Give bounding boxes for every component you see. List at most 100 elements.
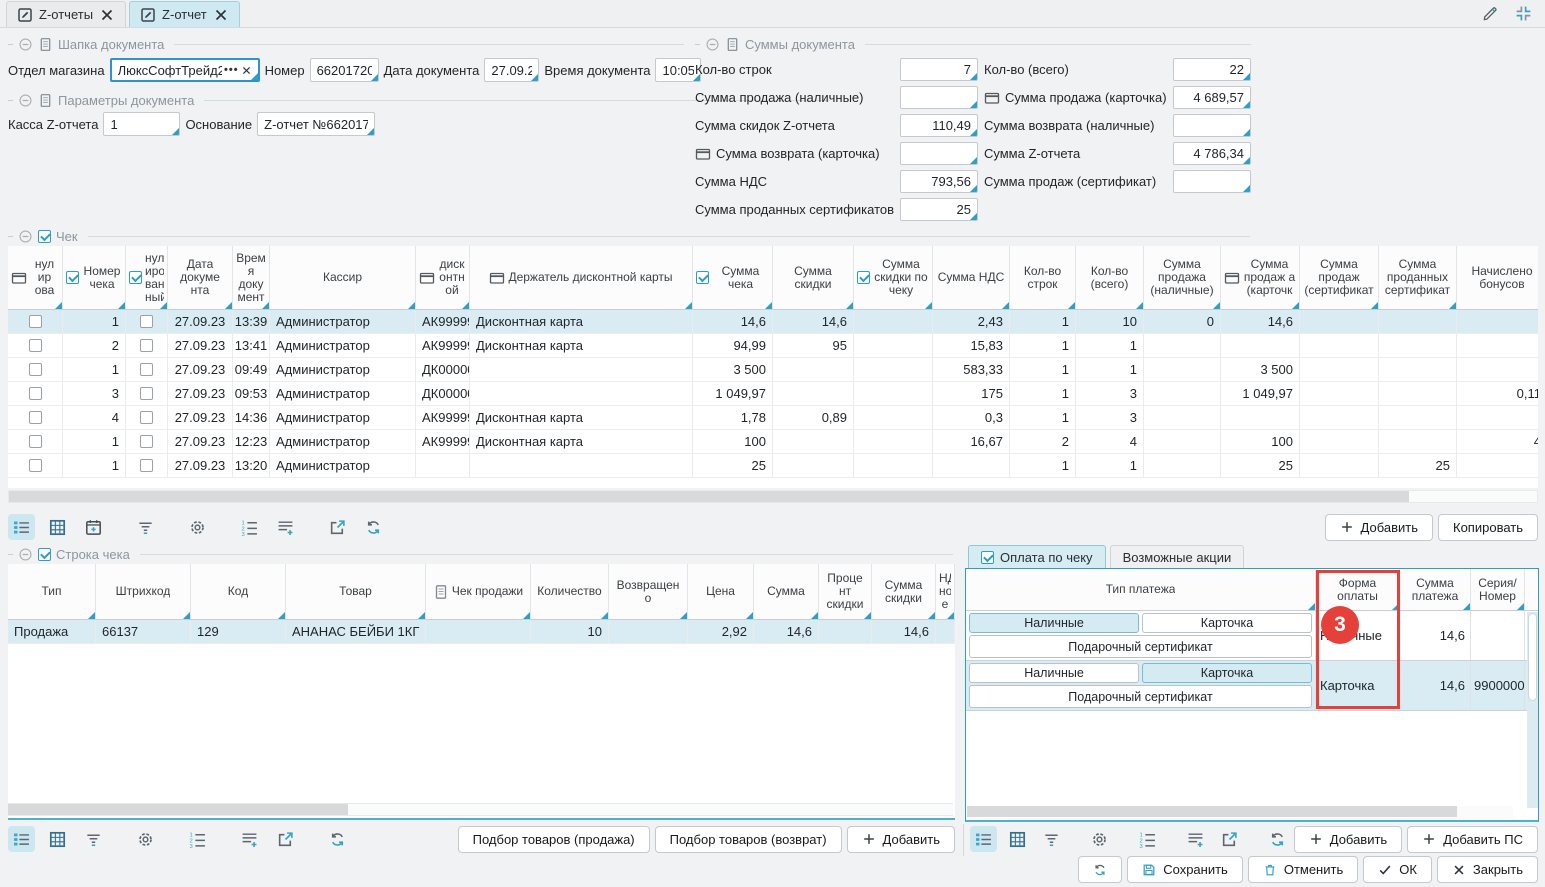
scrollbar-thumb[interactable]	[1528, 613, 1537, 701]
column-header[interactable]: Сумма НДС	[933, 246, 1010, 309]
column-header-checkbox[interactable]	[857, 271, 870, 284]
add-row-button[interactable]	[236, 826, 263, 852]
add-button[interactable]: Добавить	[1294, 826, 1402, 853]
row-checkbox[interactable]	[29, 363, 42, 376]
refresh-button[interactable]	[324, 826, 351, 852]
edit-pencil-icon[interactable]	[1481, 4, 1500, 23]
row-checkbox[interactable]	[29, 435, 42, 448]
sum-input[interactable]	[900, 86, 978, 109]
sum-input[interactable]	[1173, 170, 1251, 193]
row-checkbox[interactable]	[140, 387, 153, 400]
grid-view-button[interactable]	[44, 514, 71, 540]
table-row[interactable]: 227.09.2313:41АдминистраторАК99999Дискон…	[8, 334, 1538, 358]
column-header[interactable]: Проце нт скидки	[819, 564, 872, 619]
filter-button[interactable]	[132, 514, 159, 540]
refresh-button[interactable]	[1264, 826, 1291, 852]
row-checkbox[interactable]	[29, 411, 42, 424]
table-row[interactable]: 127.09.2312:23АдминистраторАК99999Дискон…	[8, 430, 1538, 454]
column-header[interactable]: Форма оплаты	[1316, 569, 1400, 610]
sum-input[interactable]: 22	[1173, 58, 1251, 81]
cancel-button[interactable]: Отменить	[1248, 856, 1358, 883]
table-row[interactable]: 127.09.2313:39АдминистраторАК99999Дискон…	[8, 310, 1538, 334]
clear-icon[interactable]	[241, 65, 252, 76]
row-checkbox[interactable]	[29, 459, 42, 472]
row-view-button[interactable]	[8, 514, 35, 540]
sum-input[interactable]	[900, 142, 978, 165]
calendar-button[interactable]	[80, 514, 107, 540]
column-header[interactable]: Тип платежа	[966, 569, 1316, 610]
column-header[interactable]: диск онтн ой	[416, 246, 470, 309]
row-checkbox[interactable]	[140, 411, 153, 424]
add-button[interactable]: Добавить	[847, 826, 955, 853]
column-header[interactable]: нул ир ова	[8, 246, 63, 309]
grid-view-button[interactable]	[1004, 826, 1031, 852]
save-button[interactable]: Сохранить	[1127, 856, 1243, 883]
column-header[interactable]: Количество	[531, 564, 609, 619]
column-header[interactable]: Сумма чека	[693, 246, 773, 309]
scrollbar-thumb[interactable]	[967, 806, 1457, 817]
table-row[interactable]: 427.09.2314:36АдминистраторАК99999Дискон…	[8, 406, 1538, 430]
refresh-button[interactable]	[360, 514, 387, 540]
payment-type-button[interactable]: Наличные	[969, 613, 1139, 633]
add-row-button[interactable]	[1182, 826, 1209, 852]
add-ps-button[interactable]: Добавить ПС	[1407, 826, 1538, 853]
column-header[interactable]: Сумма платежа	[1400, 569, 1471, 610]
column-header[interactable]: Возвращен о	[609, 564, 688, 619]
open-external-button[interactable]	[272, 826, 299, 852]
column-header[interactable]: Код	[191, 564, 286, 619]
row-checkbox[interactable]	[29, 315, 42, 328]
check-horizontal-scrollbar[interactable]	[8, 490, 1538, 503]
tab-z-report[interactable]: Z-отчет	[129, 1, 240, 27]
row-checkbox[interactable]	[29, 387, 42, 400]
add-row-button[interactable]	[272, 514, 299, 540]
gift-certificate-button[interactable]: Подарочный сертификат	[969, 685, 1312, 708]
column-header[interactable]: Кол-во (всего)	[1076, 246, 1144, 309]
refresh-button[interactable]	[1078, 856, 1122, 883]
row-checkbox[interactable]	[140, 315, 153, 328]
open-external-button[interactable]	[324, 514, 351, 540]
collapse-icon[interactable]	[18, 229, 33, 244]
filter-button[interactable]	[1038, 826, 1065, 852]
column-header[interactable]: Сумма	[754, 564, 819, 619]
column-header[interactable]: Сумма скидки	[872, 564, 936, 619]
gift-certificate-button[interactable]: Подарочный сертификат	[969, 635, 1312, 658]
column-header[interactable]: Чек продажи	[426, 564, 531, 619]
sum-input[interactable]: 4 689,57	[1173, 86, 1251, 109]
collapse-icon[interactable]	[18, 547, 33, 562]
row-checkbox[interactable]	[140, 435, 153, 448]
payment-type-button[interactable]: Карточка	[1142, 663, 1312, 683]
column-header[interactable]: Начислено бонусов	[1457, 246, 1538, 309]
payment-vertical-scrollbar[interactable]	[1527, 612, 1538, 808]
column-header[interactable]: НД но е	[936, 564, 955, 619]
column-header[interactable]: Товар	[286, 564, 426, 619]
column-header[interactable]: нул иро ван ный	[126, 246, 168, 309]
section-checkbox[interactable]	[38, 548, 51, 561]
open-external-button[interactable]	[1216, 826, 1243, 852]
sum-input[interactable]: 7	[900, 58, 978, 81]
table-row[interactable]: 327.09.2309:53АдминистраторДК000001 049,…	[8, 382, 1538, 406]
tab-close-icon[interactable]	[213, 7, 229, 23]
column-header[interactable]: Кол-во строк	[1010, 246, 1076, 309]
column-header[interactable]: Держатель дисконтной карты	[470, 246, 693, 309]
numbered-list-button[interactable]: 123	[1134, 826, 1161, 852]
table-row[interactable]: Продажа66137129АНАНАС БЕЙБИ 1КГ102,9214,…	[8, 620, 955, 644]
column-header[interactable]: Кассир	[270, 246, 416, 309]
column-header-checkbox[interactable]	[696, 271, 709, 284]
column-header[interactable]: Дата докуме нта	[168, 246, 233, 309]
column-header[interactable]: Сумма проданных сертификат	[1379, 246, 1457, 309]
column-header[interactable]: Штрихкод	[96, 564, 191, 619]
cash-register-input[interactable]: 1	[103, 112, 180, 136]
column-header[interactable]: Сумма продаж а (карточк	[1221, 246, 1300, 309]
grid-view-button[interactable]	[44, 826, 71, 852]
tab-checkbox[interactable]	[981, 551, 994, 564]
pick-goods-return-button[interactable]: Подбор товаров (возврат)	[655, 826, 842, 853]
row-checkbox[interactable]	[140, 459, 153, 472]
column-header[interactable]: Сумма скидки	[773, 246, 854, 309]
column-header[interactable]: Сумма продаж (сертификат	[1300, 246, 1379, 309]
line-horizontal-scrollbar[interactable]	[8, 803, 953, 816]
column-header[interactable]: Серия/ Номер	[1471, 569, 1525, 610]
column-header-checkbox[interactable]	[66, 271, 79, 284]
payment-type-button[interactable]: Наличные	[969, 663, 1139, 683]
payment-row[interactable]: НаличныеКарточкаПодарочный сертификатНал…	[966, 611, 1538, 661]
sum-input[interactable]: 110,49	[900, 114, 978, 137]
